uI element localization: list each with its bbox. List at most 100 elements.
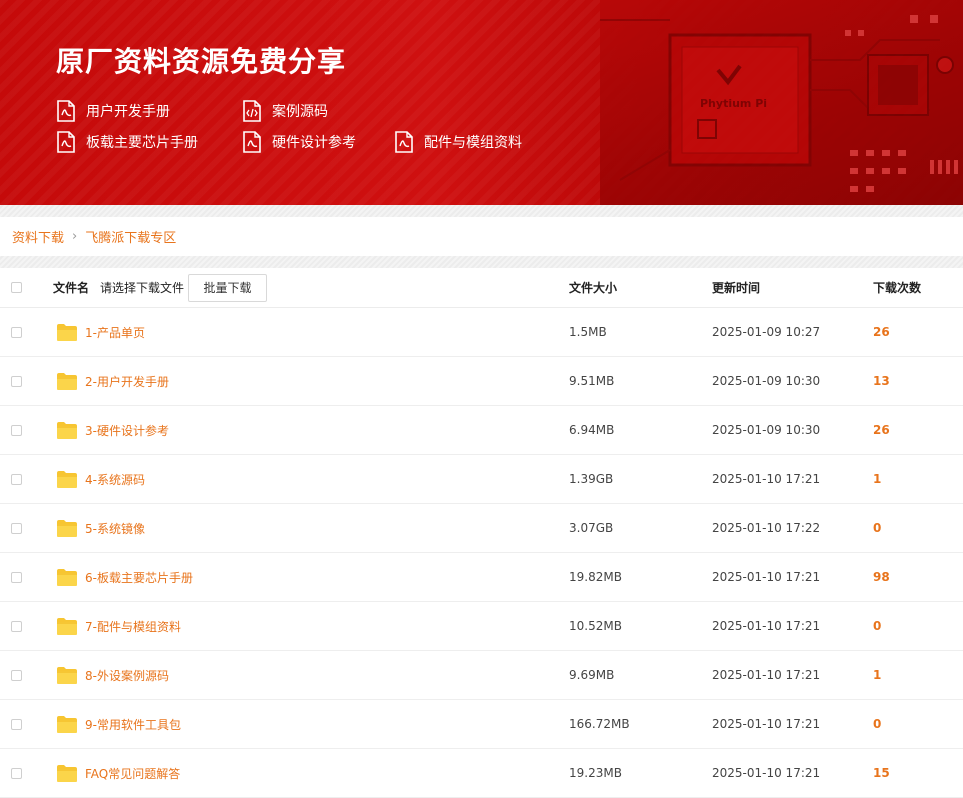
row-checkbox[interactable] [11, 718, 22, 730]
update-time: 2025-01-10 17:21 [712, 619, 821, 633]
file-size: 19.23MB [569, 766, 622, 780]
folder-icon [57, 421, 77, 439]
header-name-cell: 文件名 请选择下载文件 批量下载 [53, 273, 268, 302]
table-row[interactable]: FAQ常见问题解答 19.23MB 2025-01-10 17:21 15 [0, 749, 963, 798]
row-checkbox[interactable] [11, 620, 22, 632]
pdf-document-icon [394, 131, 414, 153]
row-checkbox[interactable] [11, 522, 22, 534]
file-size: 166.72MB [569, 717, 630, 731]
breadcrumb-current[interactable]: 飞腾派下载专区 [85, 227, 176, 246]
pdf-document-icon [56, 100, 76, 122]
name-cell: 1-产品单页 [53, 323, 145, 342]
download-count: 13 [873, 374, 890, 388]
update-time: 2025-01-10 17:21 [712, 570, 821, 584]
file-name-link[interactable]: 3-硬件设计参考 [85, 422, 169, 439]
table-header: 文件名 请选择下载文件 批量下载 文件大小 更新时间 下载次数 [0, 268, 963, 308]
link-label: 板载主要芯片手册 [86, 135, 198, 151]
update-time: 2025-01-09 10:30 [712, 374, 821, 388]
file-size: 9.51MB [569, 374, 615, 388]
row-checkbox[interactable] [11, 473, 22, 485]
board-illustration: Phytium Pi [600, 0, 963, 205]
row-checkbox[interactable] [11, 571, 22, 583]
file-name-link[interactable]: 2-用户开发手册 [85, 373, 169, 390]
pdf-document-icon [56, 131, 76, 153]
row-checkbox[interactable] [11, 326, 22, 338]
name-cell: 6-板载主要芯片手册 [53, 568, 193, 587]
download-count: 0 [873, 619, 882, 633]
file-name-link[interactable]: 9-常用软件工具包 [85, 716, 181, 733]
table-row[interactable]: 9-常用软件工具包 166.72MB 2025-01-10 17:21 0 [0, 700, 963, 749]
table-row[interactable]: 2-用户开发手册 9.51MB 2025-01-09 10:30 13 [0, 357, 963, 406]
update-time: 2025-01-10 17:21 [712, 766, 821, 780]
table-row[interactable]: 5-系统镜像 3.07GB 2025-01-10 17:22 0 [0, 504, 963, 553]
breadcrumb-root[interactable]: 资料下载 [12, 227, 64, 246]
table-row[interactable]: 3-硬件设计参考 6.94MB 2025-01-09 10:30 26 [0, 406, 963, 455]
file-size: 19.82MB [569, 570, 622, 584]
row-checkbox[interactable] [11, 669, 22, 681]
folder-icon [57, 470, 77, 488]
chevron-right-icon: › [72, 229, 78, 244]
name-cell: 7-配件与模组资料 [53, 617, 181, 636]
row-checkbox[interactable] [11, 424, 22, 436]
select-all-checkbox[interactable] [11, 282, 22, 293]
link-chip-manual[interactable]: 板载主要芯片手册 [56, 131, 198, 153]
file-name-link[interactable]: 4-系统源码 [85, 471, 145, 488]
file-name-link[interactable]: 1-产品单页 [85, 324, 145, 341]
folder-icon [57, 715, 77, 733]
name-cell: 5-系统镜像 [53, 519, 145, 538]
pdf-document-icon [242, 131, 262, 153]
name-cell: 8-外设案例源码 [53, 666, 169, 685]
row-checkbox[interactable] [11, 375, 22, 387]
folder-icon [57, 519, 77, 537]
download-count: 0 [873, 521, 882, 535]
link-hardware-design[interactable]: 硬件设计参考 [242, 131, 356, 153]
header-time: 更新时间 [712, 281, 761, 295]
code-document-icon [242, 100, 262, 122]
header-size: 文件大小 [569, 281, 618, 295]
file-name-link[interactable]: 5-系统镜像 [85, 520, 145, 537]
file-table: 文件名 请选择下载文件 批量下载 文件大小 更新时间 下载次数 1-产品单页 1… [0, 268, 963, 798]
link-label: 案例源码 [272, 104, 328, 120]
chip-brand-label: Phytium Pi [700, 97, 767, 110]
file-name-link[interactable]: FAQ常见问题解答 [85, 765, 180, 782]
download-count: 26 [873, 423, 890, 437]
header-hint: 请选择下载文件 [100, 281, 185, 295]
link-user-dev-manual[interactable]: 用户开发手册 [56, 100, 170, 122]
download-count: 26 [873, 325, 890, 339]
file-size: 3.07GB [569, 521, 614, 535]
breadcrumb: 资料下载 › 飞腾派下载专区 [0, 217, 963, 256]
name-cell: 3-硬件设计参考 [53, 421, 169, 440]
file-size: 10.52MB [569, 619, 622, 633]
download-count: 15 [873, 766, 890, 780]
file-name-link[interactable]: 6-板载主要芯片手册 [85, 569, 193, 586]
table-body: 1-产品单页 1.5MB 2025-01-09 10:27 26 2-用户开发手… [0, 308, 963, 798]
file-name-link[interactable]: 8-外设案例源码 [85, 667, 169, 684]
update-time: 2025-01-10 17:21 [712, 717, 821, 731]
folder-icon [57, 617, 77, 635]
header-count: 下载次数 [873, 281, 922, 295]
table-row[interactable]: 1-产品单页 1.5MB 2025-01-09 10:27 26 [0, 308, 963, 357]
header-name: 文件名 [53, 281, 90, 295]
download-count: 1 [873, 668, 882, 682]
link-label: 配件与模组资料 [424, 135, 522, 151]
folder-icon [57, 372, 77, 390]
link-case-source[interactable]: 案例源码 [242, 100, 328, 122]
row-checkbox[interactable] [11, 767, 22, 779]
banner-title: 原厂资料资源免费分享 [56, 45, 347, 78]
update-time: 2025-01-09 10:27 [712, 325, 821, 339]
link-label: 用户开发手册 [86, 104, 170, 120]
download-count: 1 [873, 472, 882, 486]
table-row[interactable]: 6-板载主要芯片手册 19.82MB 2025-01-10 17:21 98 [0, 553, 963, 602]
file-size: 1.39GB [569, 472, 614, 486]
table-row[interactable]: 8-外设案例源码 9.69MB 2025-01-10 17:21 1 [0, 651, 963, 700]
link-accessories[interactable]: 配件与模组资料 [394, 131, 522, 153]
batch-download-button[interactable]: 批量下载 [188, 273, 268, 302]
file-name-link[interactable]: 7-配件与模组资料 [85, 618, 181, 635]
folder-icon [57, 323, 77, 341]
folder-icon [57, 666, 77, 684]
update-time: 2025-01-09 10:30 [712, 423, 821, 437]
table-row[interactable]: 7-配件与模组资料 10.52MB 2025-01-10 17:21 0 [0, 602, 963, 651]
download-count: 98 [873, 570, 890, 584]
table-row[interactable]: 4-系统源码 1.39GB 2025-01-10 17:21 1 [0, 455, 963, 504]
folder-icon [57, 568, 77, 586]
